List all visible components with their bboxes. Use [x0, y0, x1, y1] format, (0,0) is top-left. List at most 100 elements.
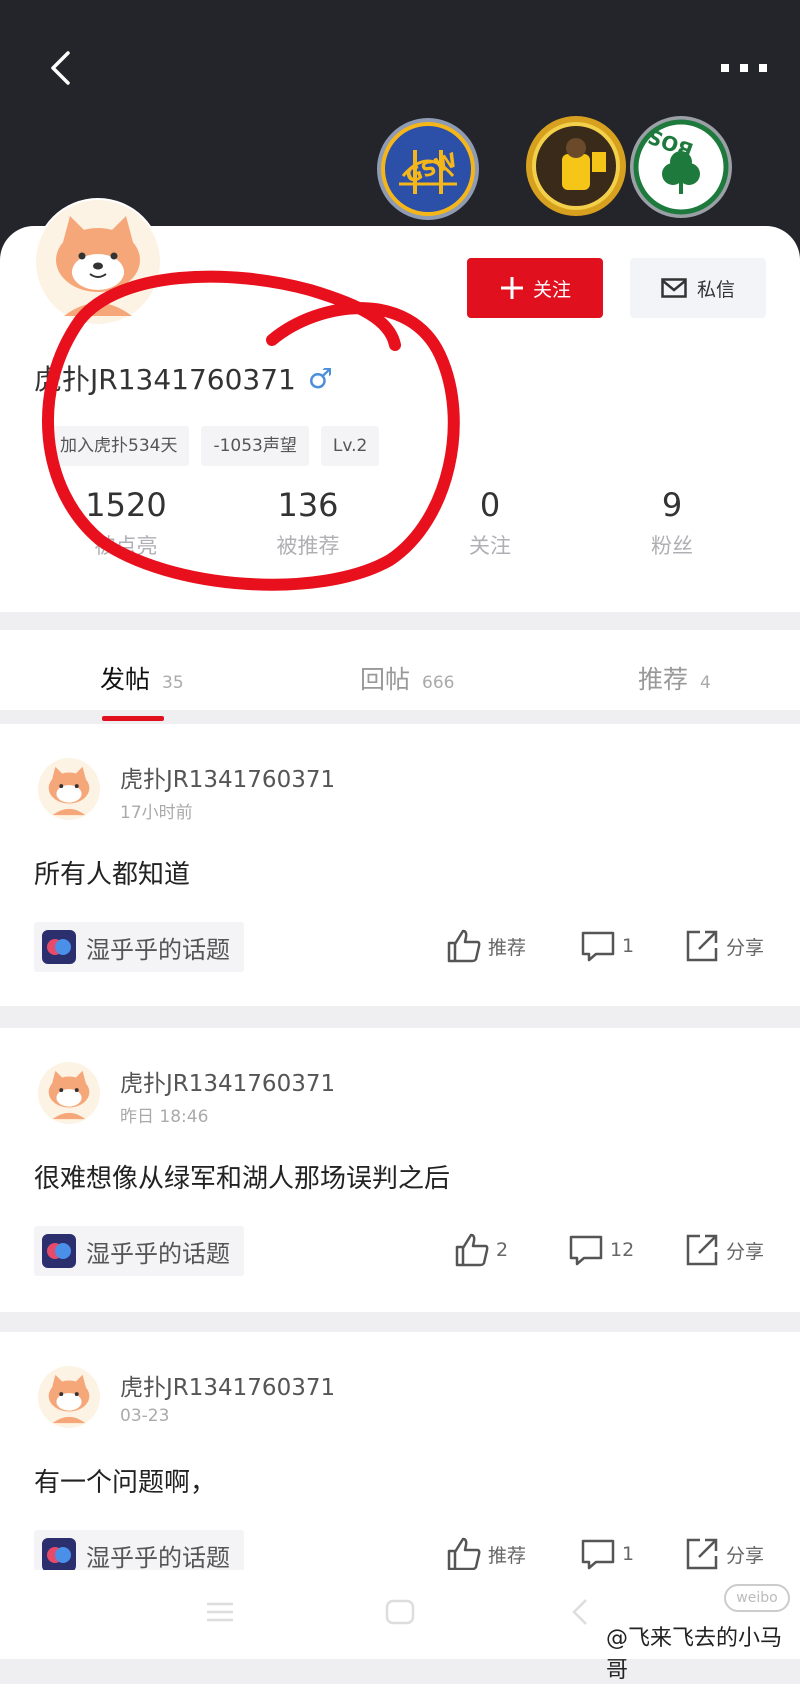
comment-icon — [581, 931, 615, 962]
post-title[interactable]: 有一个问题啊， — [34, 1462, 216, 1499]
topic-chip[interactable]: 湿乎乎的话题 — [34, 1226, 244, 1276]
tab-count: 35 — [162, 673, 184, 693]
share-icon — [686, 1538, 718, 1570]
player-badge[interactable] — [524, 114, 628, 218]
recommend-button[interactable]: 推荐 — [446, 1536, 526, 1570]
tab-count: 4 — [700, 673, 711, 693]
comment-icon — [569, 1235, 603, 1266]
post-title[interactable]: 所有人都知道 — [34, 854, 190, 891]
stat-following[interactable]: 0 关注 — [400, 486, 580, 560]
topic-chip[interactable]: 湿乎乎的话题 — [34, 922, 244, 972]
comment-count: 12 — [610, 1239, 635, 1261]
comment-button[interactable]: 12 — [568, 1232, 634, 1268]
tab-label: 推荐 — [638, 665, 689, 694]
stat-lit[interactable]: 1520 被点亮 — [36, 486, 216, 560]
topic-icon — [42, 1538, 76, 1570]
stat-label: 粉丝 — [651, 534, 693, 558]
fox-avatar-icon — [48, 766, 90, 816]
nav-back-icon[interactable] — [560, 1592, 600, 1632]
follow-button[interactable]: 关注 — [467, 258, 603, 318]
bos-team-badge[interactable]: BOS — [628, 114, 734, 220]
follow-button-label: 关注 — [532, 278, 571, 301]
stat-followers[interactable]: 9 粉丝 — [582, 486, 762, 560]
envelope-icon — [661, 278, 687, 298]
post-title[interactable]: 很难想像从绿军和湖人那场误判之后 — [34, 1158, 450, 1195]
reputation-tag: -1053声望 — [201, 426, 309, 466]
post-card[interactable]: 虎扑JR1341760371 03-23 有一个问题啊， 湿乎乎的话题 推荐 1… — [0, 1332, 800, 1570]
join-days-tag: 加入虎扑534天 — [48, 426, 190, 466]
recommend-button[interactable]: 推荐 — [446, 928, 526, 964]
topic-chip[interactable]: 湿乎乎的话题 — [34, 1530, 244, 1570]
gsw-badge-icon: GSW — [377, 118, 479, 220]
topic-label: 湿乎乎的话题 — [86, 935, 230, 964]
share-icon — [686, 930, 718, 962]
weibo-logo: weibo — [724, 1584, 790, 1612]
stat-label: 关注 — [469, 534, 511, 558]
message-button[interactable]: 私信 — [630, 258, 766, 318]
share-icon — [686, 1234, 718, 1266]
profile-username-row: 虎扑JR1341760371 ♂ — [34, 358, 333, 398]
stat-label: 被推荐 — [276, 534, 340, 558]
profile-tags: 加入虎扑534天 -1053声望 Lv.2 — [48, 426, 380, 466]
stat-value: 136 — [277, 486, 339, 524]
post-card[interactable]: 虎扑JR1341760371 昨日 18:46 很难想像从绿军和湖人那场误判之后… — [0, 1028, 800, 1312]
comment-button[interactable]: 1 — [580, 1536, 634, 1570]
profile-username: 虎扑JR1341760371 — [34, 363, 296, 396]
tab-label: 回帖 — [360, 665, 411, 694]
thumbs-up-icon — [447, 929, 481, 963]
back-button[interactable] — [36, 44, 84, 92]
comment-count: 1 — [622, 1543, 635, 1565]
stat-value: 9 — [661, 486, 683, 524]
gsw-team-badge[interactable]: GSW — [375, 116, 481, 222]
topic-label: 湿乎乎的话题 — [86, 1543, 230, 1571]
tab-posts[interactable]: 发帖 35 — [100, 660, 184, 696]
share-label: 分享 — [726, 936, 765, 959]
tab-replies[interactable]: 回帖 666 — [360, 660, 454, 696]
topic-icon — [42, 930, 76, 964]
thumbs-up-icon — [447, 1537, 481, 1570]
watermark-text: @飞来飞去的小马哥 — [606, 1626, 783, 1683]
stat-value: 0 — [479, 486, 501, 524]
stat-value: 1520 — [85, 486, 167, 524]
comment-button[interactable]: 1 — [580, 928, 634, 964]
active-tab-indicator — [102, 716, 164, 721]
post-time: 昨日 18:46 — [120, 1107, 209, 1127]
share-button[interactable]: 分享 — [684, 928, 764, 964]
plus-icon — [500, 277, 523, 299]
message-button-label: 私信 — [696, 278, 735, 301]
recommend-count: 推荐 — [488, 936, 527, 959]
tab-label: 发帖 — [100, 665, 151, 694]
topic-icon — [42, 1234, 76, 1268]
post-card[interactable]: 虎扑JR1341760371 17小时前 所有人都知道 湿乎乎的话题 推荐 1 … — [0, 724, 800, 1006]
chevron-left-icon — [51, 51, 70, 85]
share-button[interactable]: 分享 — [684, 1536, 764, 1570]
post-author-avatar[interactable] — [38, 1366, 100, 1428]
share-label: 分享 — [726, 1544, 765, 1567]
comment-count: 1 — [622, 935, 635, 957]
post-author-name[interactable]: 虎扑JR1341760371 — [120, 1368, 335, 1402]
fox-avatar-icon — [36, 200, 160, 324]
profile-avatar[interactable] — [34, 198, 162, 326]
post-author-avatar[interactable] — [38, 1062, 100, 1124]
more-options-button[interactable] — [714, 48, 774, 88]
post-time: 03-23 — [120, 1406, 170, 1426]
post-author-name[interactable]: 虎扑JR1341760371 — [120, 1064, 335, 1098]
share-label: 分享 — [726, 1240, 765, 1263]
home-icon[interactable] — [380, 1592, 420, 1632]
player-badge-icon — [526, 116, 626, 216]
thumbs-up-icon — [455, 1233, 489, 1267]
male-gender-icon: ♂ — [307, 361, 333, 395]
more-dots-icon — [721, 64, 767, 72]
recommend-count: 2 — [496, 1239, 509, 1261]
level-tag: Lv.2 — [320, 426, 380, 466]
stat-recommended[interactable]: 136 被推荐 — [218, 486, 398, 560]
profile-tabs: 发帖 35 回帖 666 推荐 4 — [0, 630, 800, 710]
share-button[interactable]: 分享 — [684, 1232, 764, 1268]
post-author-avatar[interactable] — [38, 758, 100, 820]
tab-recommend[interactable]: 推荐 4 — [638, 660, 711, 696]
menu-icon[interactable] — [200, 1592, 240, 1632]
bos-badge-icon: BOS — [630, 116, 732, 218]
recommend-button[interactable]: 2 — [454, 1232, 508, 1268]
stat-label: 被点亮 — [94, 534, 158, 558]
post-author-name[interactable]: 虎扑JR1341760371 — [120, 760, 335, 794]
